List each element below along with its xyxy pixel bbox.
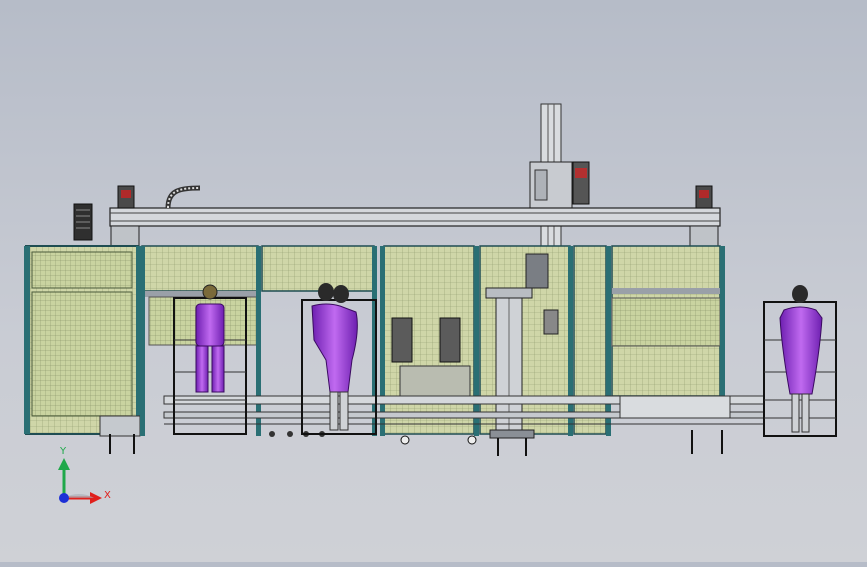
mannequin-right [779,285,823,433]
x-axis-label: X [104,490,111,501]
left-enclosure [24,245,142,454]
gantry-column [529,103,590,255]
mannequin-middle [311,283,358,431]
y-axis-label: Y [59,446,67,457]
coordinate-triad: Y X [58,446,111,504]
y-axis-arrow-icon [58,458,70,470]
z-axis-dot-icon [59,493,69,503]
cad-model-view[interactable]: Y X [0,0,867,562]
gantry-beam [73,185,721,247]
cad-viewport[interactable]: Y X [0,0,867,562]
